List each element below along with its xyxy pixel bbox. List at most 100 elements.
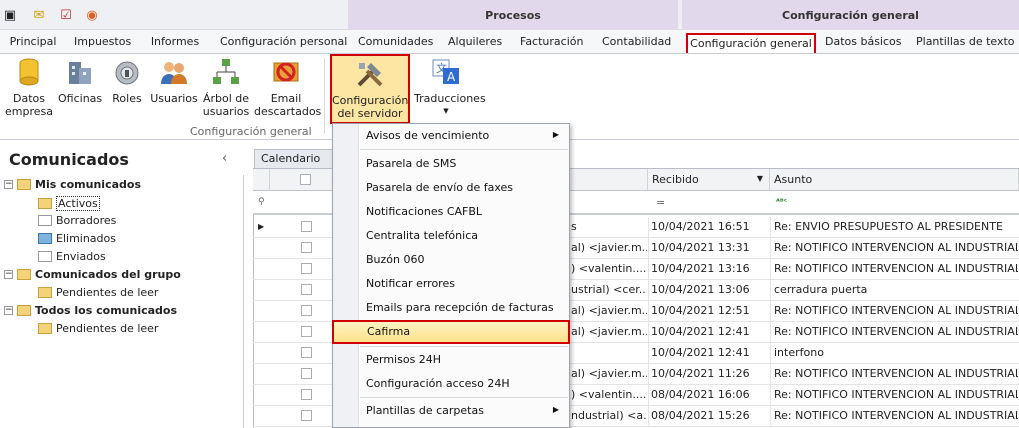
tab-informes[interactable]: Informes [150, 33, 200, 53]
menu-separator [360, 346, 568, 347]
menu-item-permisos-24h[interactable]: Permisos 24H [333, 348, 569, 372]
row-recibido: 10/04/2021 13:06 [651, 283, 750, 296]
menu-item-avisos-de-vencimiento[interactable]: Avisos de vencimiento ▶ [333, 124, 569, 148]
tree-node-pendientes-de-leer-grupo[interactable]: Pendientes de leer [38, 286, 158, 299]
tree-node-todos-los-comunicados[interactable]: − Todos los comunicados [4, 304, 177, 317]
tab-facturacion[interactable]: Facturación [520, 33, 583, 53]
row-from: al) <javier.m... [571, 241, 647, 254]
tab-principal[interactable]: Principal [8, 33, 58, 53]
tree-node-eliminados[interactable]: Eliminados [38, 232, 116, 245]
menu-item-notificar-errores[interactable]: Notificar errores [333, 272, 569, 296]
submenu-arrow-icon: ▶ [552, 405, 559, 414]
row-checkbox[interactable] [301, 284, 312, 295]
tree-node-mis-comunicados[interactable]: − Mis comunicados [4, 178, 141, 191]
tab-configuracion-general[interactable]: Configuración general [686, 33, 816, 53]
column-header-asunto[interactable]: Asunto [770, 169, 1019, 191]
configuracion-del-servidor-button[interactable]: Configuración del servidor ▼ [330, 54, 410, 132]
tree-node-comunicados-del-grupo[interactable]: − Comunicados del grupo [4, 268, 181, 281]
tab-impuestos[interactable]: Impuestos [74, 33, 131, 53]
row-checkbox[interactable] [301, 305, 312, 316]
folder-open-icon [38, 323, 52, 334]
oficinas-button[interactable]: Oficinas [58, 56, 102, 105]
tools-icon [357, 63, 383, 87]
oficinas-label: Oficinas [58, 92, 103, 105]
row-asunto: Re: NOTIFICO INTERVENCION AL INDUSTRIAL [774, 367, 1018, 380]
column-divider [770, 406, 771, 427]
sort-arrow-icon: ▼ [756, 174, 763, 183]
row-checkbox[interactable] [301, 410, 312, 421]
row-checkbox[interactable] [301, 263, 312, 274]
arbol-de-usuarios-button[interactable]: Árbol de usuarios [202, 56, 250, 118]
filter-text-icon[interactable]: ᴬᴮᶜ [776, 197, 787, 206]
row-checkbox[interactable] [301, 326, 312, 337]
datos-empresa-button[interactable]: Datos empresa [4, 56, 54, 118]
tree-node-enviados[interactable]: Enviados [38, 250, 106, 263]
menu-item-pasarela-de-envio-de-faxes[interactable]: Pasarela de envío de faxes [333, 176, 569, 200]
tree-node-pendientes-de-leer-todos[interactable]: Pendientes de leer [38, 322, 158, 335]
row-checkbox[interactable] [301, 347, 312, 358]
row-asunto: cerradura puerta [774, 283, 868, 296]
row-checkbox[interactable] [301, 242, 312, 253]
collapse-pane-button[interactable]: ‹ [222, 151, 227, 166]
quick-access-bar: ▣ ✉ ☑ ◉ Procesos Configuración general [0, 0, 1019, 30]
column-divider [648, 259, 649, 280]
column-divider [770, 217, 771, 238]
column-divider [648, 238, 649, 259]
roles-button[interactable]: Roles [110, 56, 144, 105]
app-icon[interactable]: ▣ [2, 7, 18, 23]
folder-icon [17, 179, 31, 190]
folder-open-icon [38, 287, 52, 298]
from-column-header[interactable] [570, 169, 648, 191]
column-divider [648, 280, 649, 301]
translate-icon: 文A [432, 59, 459, 84]
tab-comunidades[interactable]: Comunidades [358, 33, 433, 53]
menu-item-buzon-060[interactable]: Buzón 060 [333, 248, 569, 272]
row-from: ) <valentin.... [571, 388, 647, 401]
filter-operator-recibido[interactable]: = [656, 196, 665, 209]
row-recibido: 10/04/2021 16:51 [651, 220, 750, 233]
select-all-checkbox[interactable] [300, 174, 311, 185]
email-descartados-label: Email descartados [254, 92, 322, 118]
column-header-recibido[interactable]: Recibido ▼ [648, 169, 770, 191]
folder-open-icon [38, 198, 52, 209]
menu-item-notificaciones-cafbl[interactable]: Notificaciones CAFBL [333, 200, 569, 224]
row-recibido: 10/04/2021 13:16 [651, 262, 750, 275]
column-divider [648, 343, 649, 364]
collapse-icon[interactable]: − [4, 180, 13, 189]
row-from: al) <javier.m... [571, 304, 647, 317]
row-checkbox[interactable] [301, 389, 312, 400]
row-recibido: 10/04/2021 12:51 [651, 304, 750, 317]
menu-item-plantillas-de-carpetas[interactable]: Plantillas de carpetas ▶ [333, 399, 569, 423]
tab-contabilidad[interactable]: Contabilidad [602, 33, 671, 53]
arbol-de-usuarios-label: Árbol de usuarios [202, 92, 250, 118]
menu-separator [360, 397, 568, 398]
row-checkbox[interactable] [301, 368, 312, 379]
collapse-icon[interactable]: − [4, 270, 13, 279]
context-group-procesos: Procesos [348, 0, 678, 30]
tab-calendario[interactable]: Calendario [254, 149, 344, 168]
tab-plantillas-de-texto[interactable]: Plantillas de texto [916, 33, 1015, 53]
pane-title: Comunicados [0, 141, 244, 175]
usuarios-button[interactable]: Usuarios [150, 56, 198, 105]
menu-item-cafirma[interactable]: Cafirma [332, 320, 570, 344]
task-icon[interactable]: ☑ [58, 7, 74, 23]
menu-item-pasarela-de-sms[interactable]: Pasarela de SMS [333, 152, 569, 176]
submenu-arrow-icon: ▶ [552, 130, 559, 139]
menu-item-centralita-telefonica[interactable]: Centralita telefónica [333, 224, 569, 248]
menu-item-configuracion-acceso-24h[interactable]: Configuración acceso 24H [333, 372, 569, 396]
mail-icon[interactable]: ✉ [31, 7, 47, 23]
rss-icon[interactable]: ◉ [84, 7, 100, 23]
menu-item-emails-recepcion-facturas[interactable]: Emails para recepción de facturas [333, 296, 569, 320]
tab-alquileres[interactable]: Alquileres [448, 33, 502, 53]
row-checkbox[interactable] [301, 221, 312, 232]
dropdown-arrow-icon: ▼ [443, 107, 449, 115]
org-tree-icon [213, 59, 239, 84]
tab-datos-basicos[interactable]: Datos básicos [825, 33, 902, 53]
traducciones-button[interactable]: 文A Traducciones ▼ [414, 56, 486, 118]
sent-icon [38, 251, 52, 262]
tab-configuracion-personal[interactable]: Configuración personal [220, 33, 347, 53]
tree-node-borradores[interactable]: Borradores [38, 214, 116, 227]
email-descartados-button[interactable]: Email descartados [254, 56, 322, 118]
collapse-icon[interactable]: − [4, 306, 13, 315]
tree-node-activos[interactable]: Activos [38, 196, 100, 211]
